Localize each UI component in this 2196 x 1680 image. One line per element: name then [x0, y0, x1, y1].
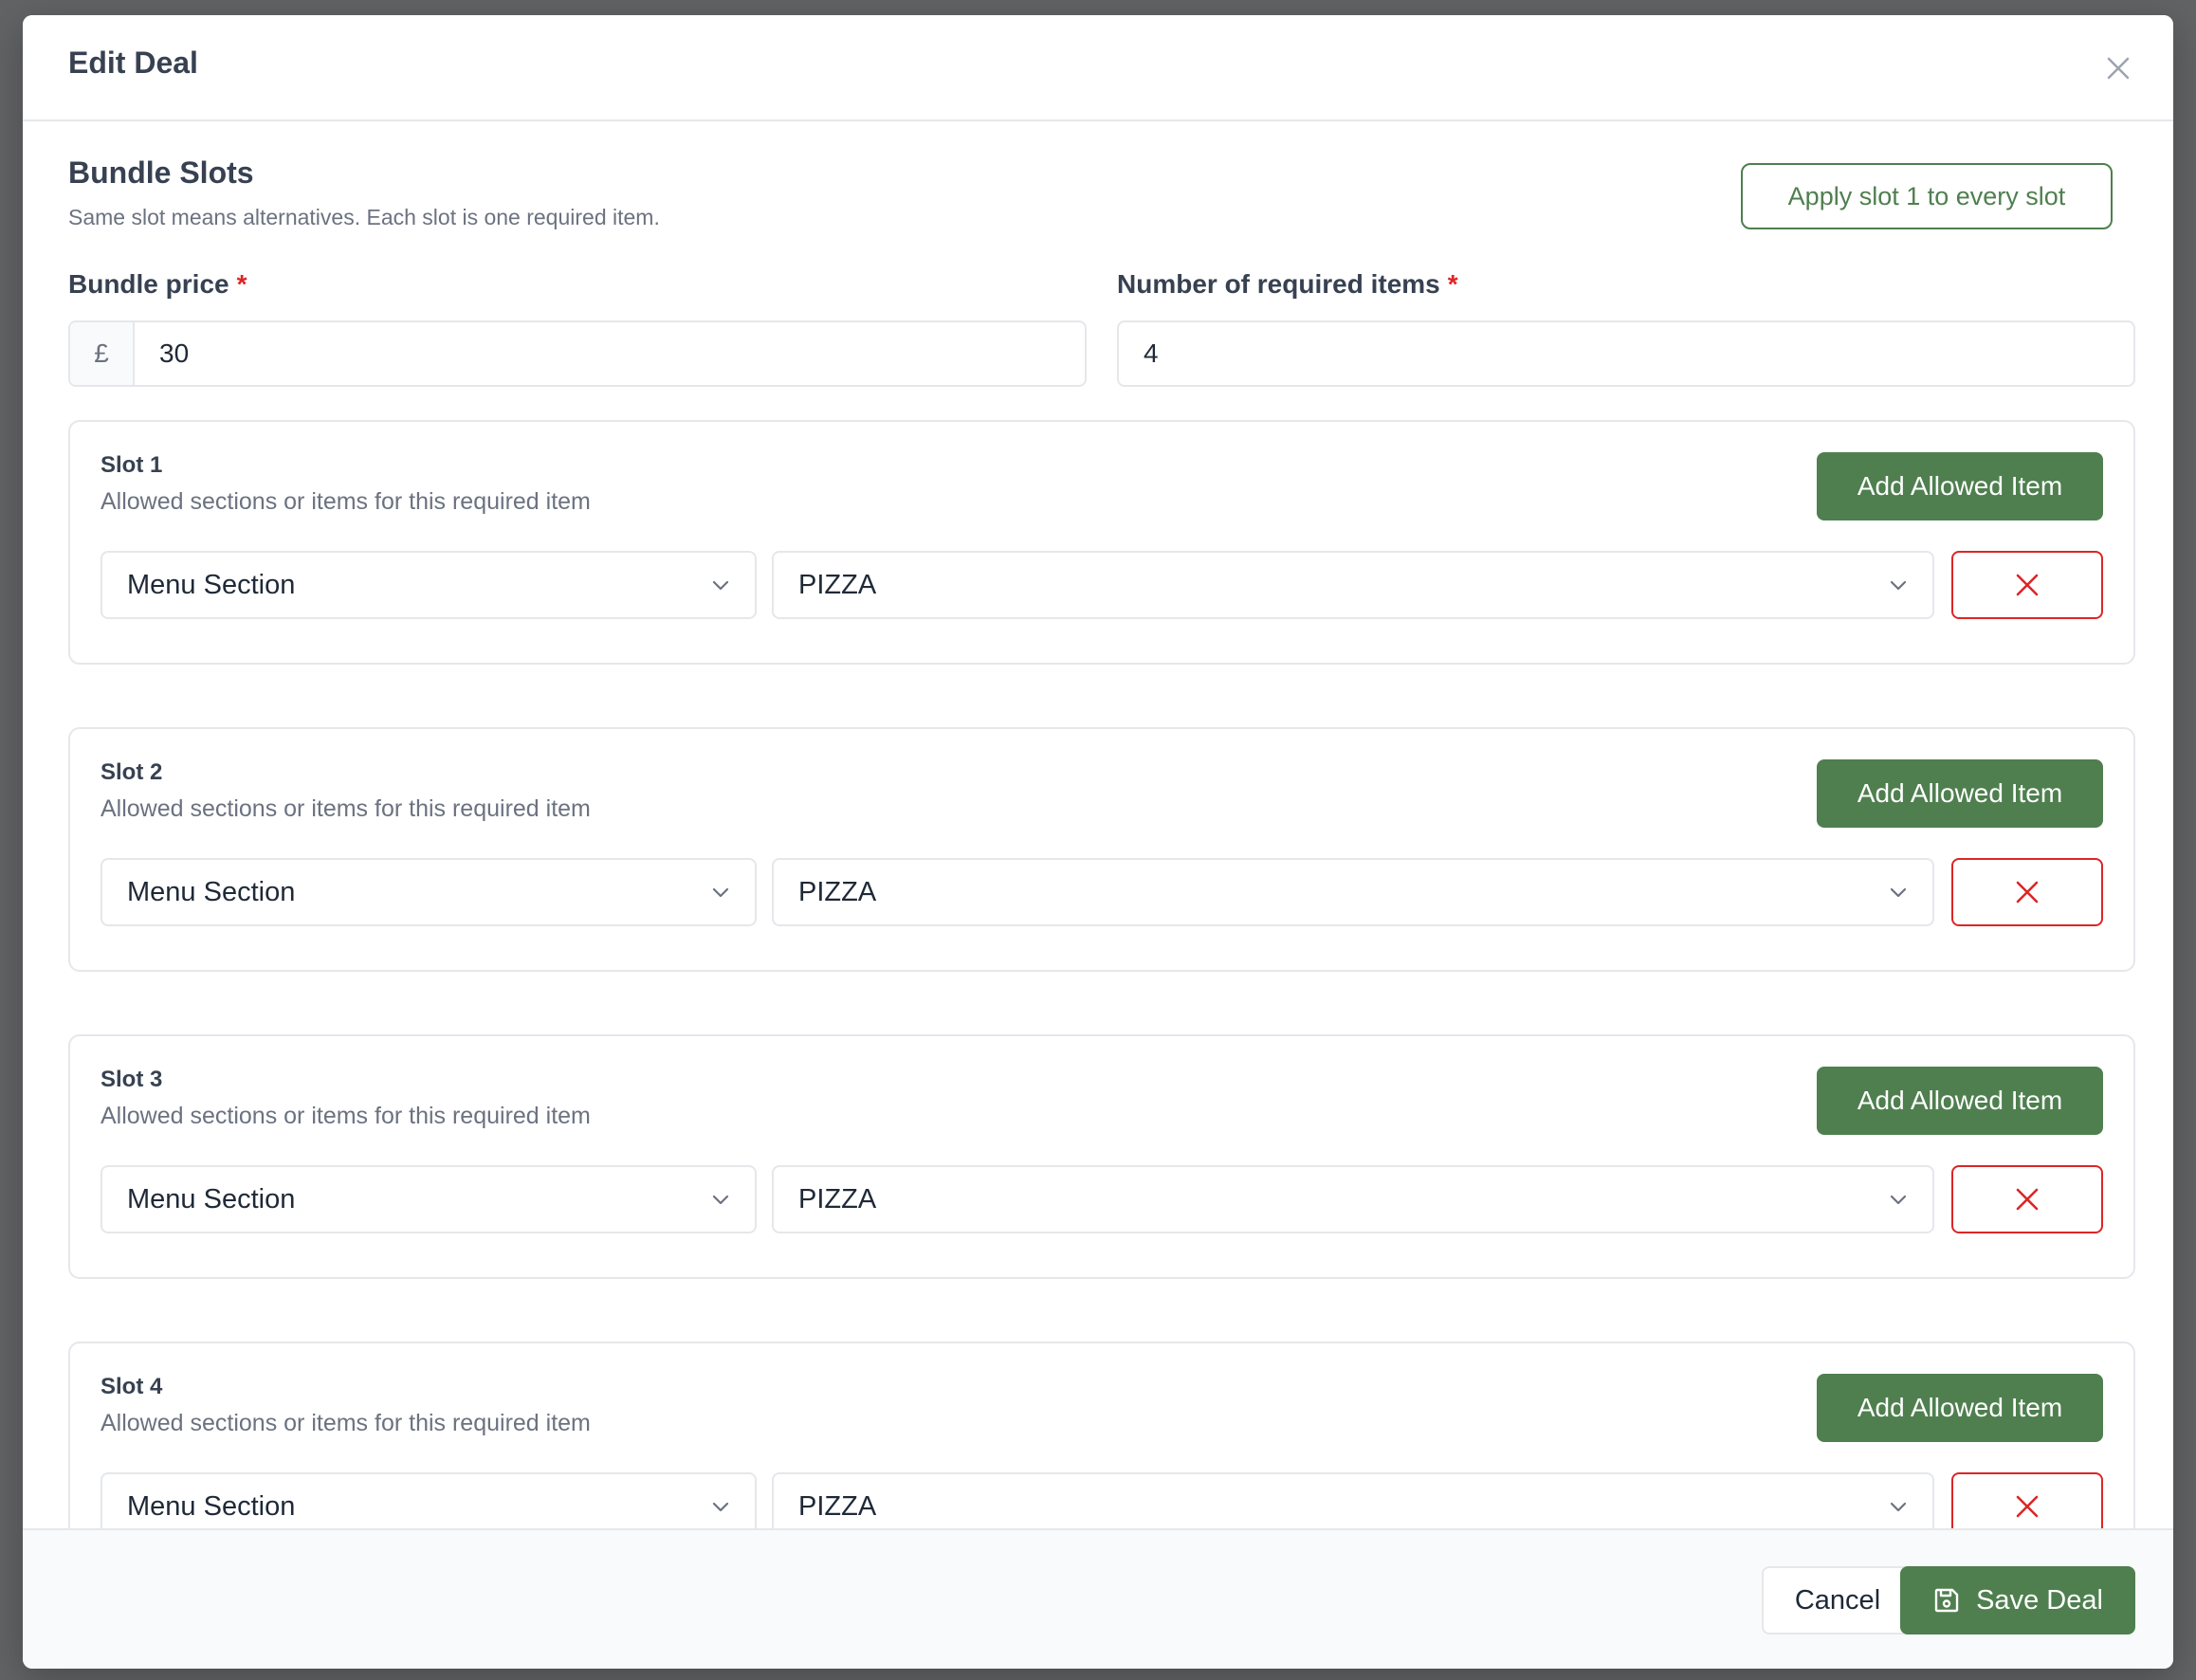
slot-title: Slot 4	[101, 1374, 163, 1399]
modal-title: Edit Deal	[68, 46, 198, 80]
allowed-value-select[interactable]: PIZZA	[772, 858, 1934, 926]
chevron-down-icon	[1887, 1188, 1910, 1211]
slot-card: Slot 4 Allowed sections or items for thi…	[68, 1342, 2135, 1543]
required-items-label: Number of required items *	[1117, 269, 1458, 300]
x-icon	[2016, 1188, 2039, 1211]
save-icon	[1934, 1588, 1959, 1613]
close-button[interactable]	[2101, 51, 2135, 85]
allowed-type-value: Menu Section	[127, 569, 296, 600]
allowed-value: PIZZA	[798, 876, 877, 907]
bundle-price-label: Bundle price *	[68, 269, 247, 300]
remove-allowed-item-button[interactable]	[1951, 551, 2103, 619]
save-deal-label: Save Deal	[1976, 1584, 2103, 1616]
required-items-input[interactable]: 4	[1117, 320, 2135, 387]
slot-title: Slot 2	[101, 759, 163, 785]
bundle-price-label-text: Bundle price	[68, 269, 229, 299]
add-allowed-item-button[interactable]: Add Allowed Item	[1817, 1067, 2103, 1135]
chevron-down-icon	[709, 574, 732, 596]
bundle-price-value[interactable]: 30	[135, 338, 189, 369]
cancel-button[interactable]: Cancel	[1762, 1566, 1913, 1634]
allowed-type-value: Menu Section	[127, 1490, 296, 1522]
bundle-price-input[interactable]: £ 30	[68, 320, 1087, 387]
chevron-down-icon	[709, 1495, 732, 1518]
modal-header: Edit Deal	[23, 15, 2173, 121]
x-icon	[2016, 574, 2039, 596]
slot-title: Slot 3	[101, 1067, 163, 1092]
allowed-value: PIZZA	[798, 569, 877, 600]
required-mark: *	[1447, 269, 1458, 299]
x-icon	[2016, 1495, 2039, 1518]
allowed-type-select[interactable]: Menu Section	[101, 551, 757, 619]
edit-deal-modal: Edit Deal Bundle Slots Same slot means a…	[23, 15, 2173, 1669]
add-allowed-item-button[interactable]: Add Allowed Item	[1817, 1374, 2103, 1442]
allowed-type-select[interactable]: Menu Section	[101, 858, 757, 926]
section-description: Same slot means alternatives. Each slot …	[68, 205, 660, 229]
section-title: Bundle Slots	[68, 155, 254, 190]
slot-description: Allowed sections or items for this requi…	[101, 1103, 591, 1129]
required-items-value[interactable]: 4	[1119, 338, 1159, 369]
chevron-down-icon	[709, 881, 732, 904]
currency-prefix: £	[70, 322, 135, 385]
allowed-value: PIZZA	[798, 1183, 877, 1214]
allowed-value-select[interactable]: PIZZA	[772, 1165, 1934, 1233]
allowed-type-value: Menu Section	[127, 1183, 296, 1214]
allowed-value: PIZZA	[798, 1490, 877, 1522]
save-deal-button[interactable]: Save Deal	[1900, 1566, 2135, 1634]
remove-allowed-item-button[interactable]	[1951, 1165, 2103, 1233]
slot-description: Allowed sections or items for this requi…	[101, 1410, 591, 1436]
allowed-type-select[interactable]: Menu Section	[101, 1165, 757, 1233]
modal-body[interactable]: Bundle Slots Same slot means alternative…	[23, 121, 2173, 1543]
x-icon	[2016, 881, 2039, 904]
allowed-type-value: Menu Section	[127, 876, 296, 907]
slot-description: Allowed sections or items for this requi…	[101, 795, 591, 822]
slot-title: Slot 1	[101, 452, 163, 478]
add-allowed-item-button[interactable]: Add Allowed Item	[1817, 452, 2103, 520]
chevron-down-icon	[1887, 881, 1910, 904]
remove-allowed-item-button[interactable]	[1951, 858, 2103, 926]
allowed-value-select[interactable]: PIZZA	[772, 551, 1934, 619]
required-items-label-text: Number of required items	[1117, 269, 1440, 299]
slot-card: Slot 1 Allowed sections or items for thi…	[68, 420, 2135, 665]
apply-slot-1-to-all-button[interactable]: Apply slot 1 to every slot	[1741, 163, 2113, 229]
modal-footer: Cancel Save Deal	[23, 1528, 2173, 1669]
slot-description: Allowed sections or items for this requi…	[101, 488, 591, 515]
chevron-down-icon	[1887, 1495, 1910, 1518]
chevron-down-icon	[1887, 574, 1910, 596]
slot-card: Slot 2 Allowed sections or items for thi…	[68, 727, 2135, 972]
slot-card: Slot 3 Allowed sections or items for thi…	[68, 1034, 2135, 1279]
chevron-down-icon	[709, 1188, 732, 1211]
required-mark: *	[236, 269, 247, 299]
add-allowed-item-button[interactable]: Add Allowed Item	[1817, 759, 2103, 828]
close-icon	[2107, 57, 2130, 80]
